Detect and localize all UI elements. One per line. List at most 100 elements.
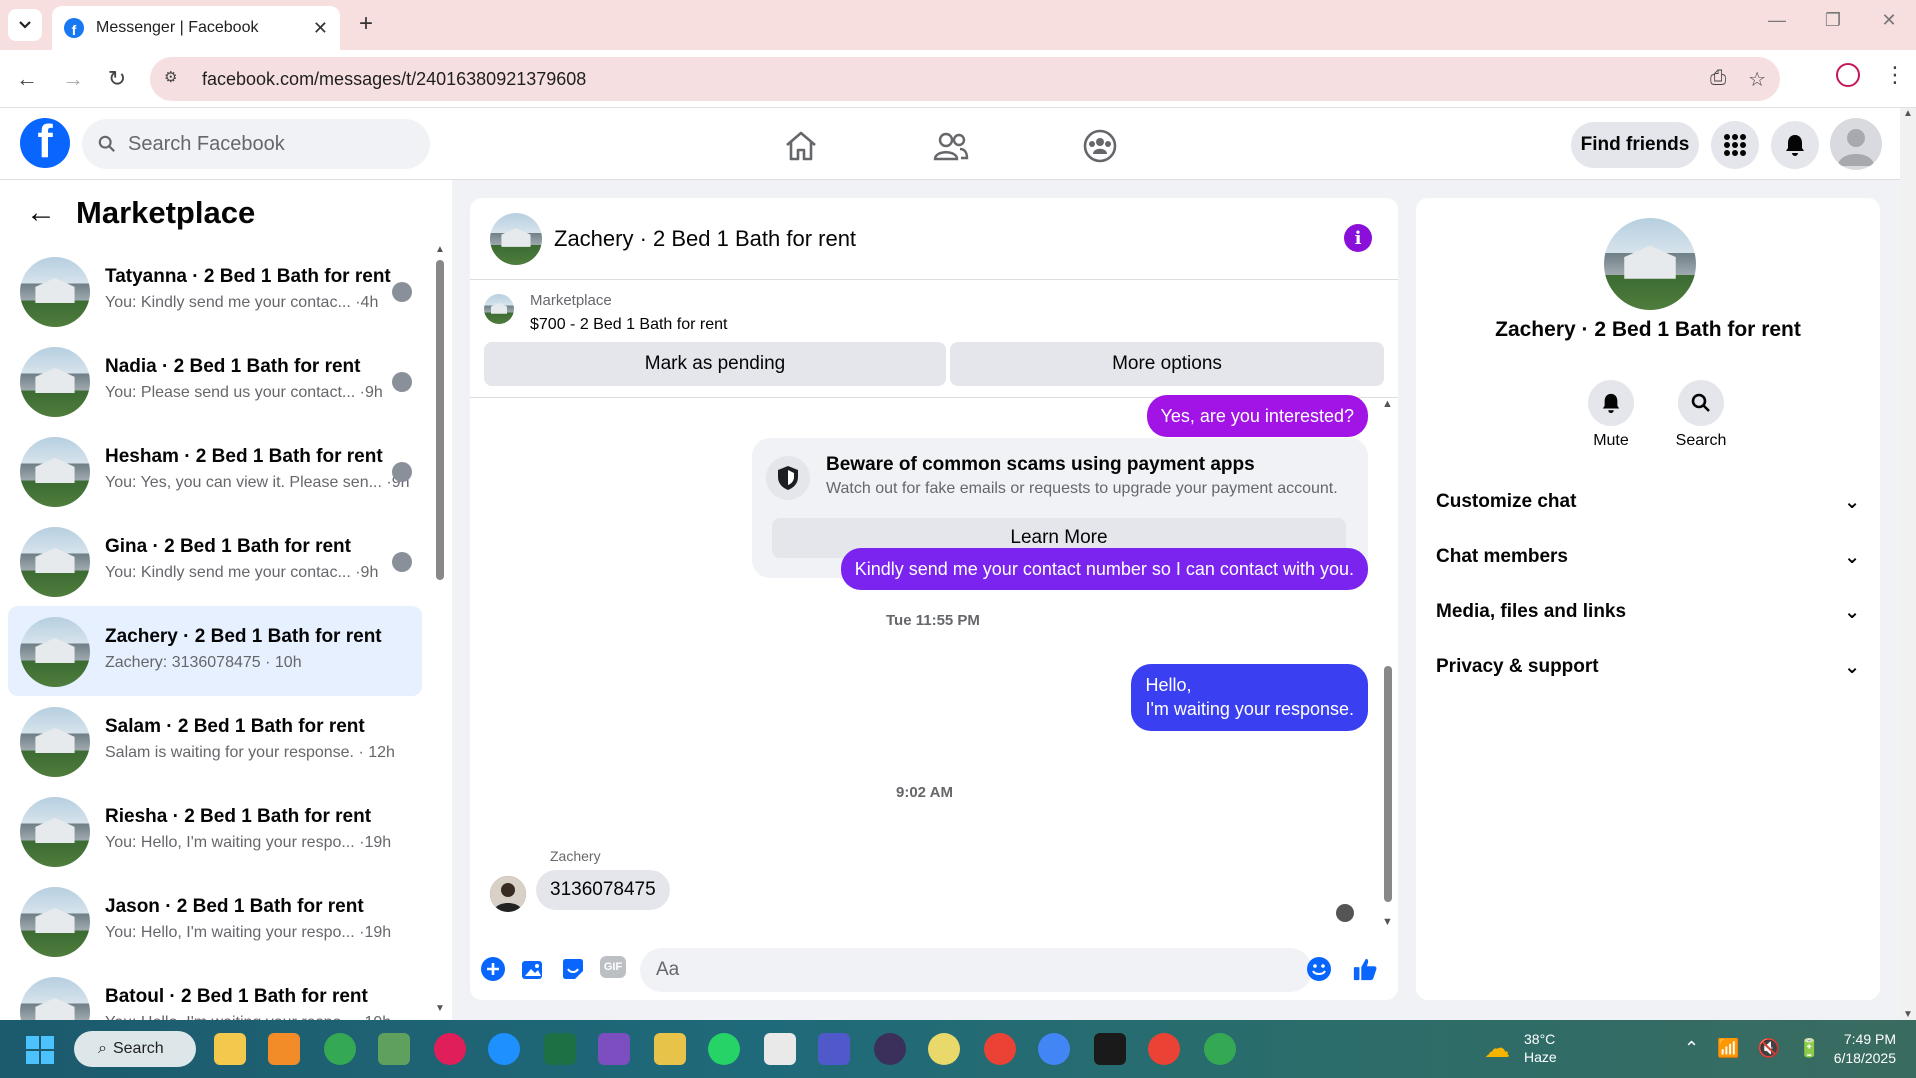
minimize-window-button[interactable]: — (1762, 10, 1792, 31)
conversation-item[interactable]: Riesha · 2 Bed 1 Bath for rent You: Hello… (8, 786, 422, 876)
chrome-profile-icon[interactable] (1204, 1033, 1236, 1065)
browser-toolbar: ← → ↻ ⚙ facebook.com/messages/t/24016380… (0, 50, 1916, 108)
slack-icon[interactable] (434, 1033, 466, 1065)
forward-button[interactable]: → (58, 64, 88, 94)
marketplace-conversations-pane: ← Marketplace Tatyanna · 2 Bed 1 Bath fo… (0, 180, 452, 1020)
conversation-item[interactable]: Hesham · 2 Bed 1 Bath for rent You: Yes, … (8, 426, 422, 516)
conversation-item[interactable]: Nadia · 2 Bed 1 Bath for rent You: Please… (8, 336, 422, 426)
excel-icon[interactable] (544, 1033, 576, 1065)
menu-grid-button[interactable] (1711, 121, 1759, 169)
browser-menu-icon[interactable]: ⋮ (1884, 62, 1906, 88)
windows-start-icon[interactable] (26, 1036, 54, 1064)
terminal-icon[interactable] (1094, 1033, 1126, 1065)
file-explorer-icon[interactable] (214, 1033, 246, 1065)
github-icon[interactable] (874, 1033, 906, 1065)
page-scrollbar[interactable]: ▲ ▼ (1900, 108, 1916, 1020)
address-bar[interactable]: ⚙ facebook.com/messages/t/24016380921379… (150, 57, 1780, 101)
chevron-down-icon: ⌄ (1844, 601, 1860, 623)
conversation-snippet: Salam is waiting for your response. · 12… (105, 744, 395, 761)
seen-indicator-avatar (392, 462, 412, 482)
app-icon[interactable] (928, 1033, 960, 1065)
new-tab-button[interactable]: + (352, 10, 380, 38)
edge-icon[interactable] (488, 1033, 520, 1065)
account-avatar[interactable] (1830, 118, 1882, 170)
listing-thumbnail[interactable] (484, 294, 514, 324)
conversation-item[interactable]: Salam · 2 Bed 1 Bath for rent Salam is wa… (8, 696, 422, 786)
listing-price-title[interactable]: $700 - 2 Bed 1 Bath for rent (530, 316, 727, 334)
chrome-profile-icon[interactable] (1038, 1033, 1070, 1065)
friends-nav-icon[interactable] (931, 126, 971, 166)
search-in-conversation-button[interactable]: Search (1656, 380, 1746, 450)
restore-window-button[interactable]: ❐ (1818, 10, 1848, 31)
search-facebook-input[interactable]: Search Facebook (82, 119, 430, 169)
conversation-item[interactable]: Batoul · 2 Bed 1 Bath for rentYou: Hello… (8, 966, 422, 1020)
wifi-icon[interactable]: 📶 (1717, 1038, 1739, 1059)
chat-title[interactable]: Zachery · 2 Bed 1 Bath for rent (554, 226, 856, 252)
app-icon[interactable] (378, 1033, 410, 1065)
tab-search-dropdown[interactable] (8, 9, 42, 41)
chevron-up-icon[interactable]: ⌃ (1684, 1038, 1699, 1059)
reload-button[interactable]: ↻ (102, 64, 132, 94)
speaker-muted-icon[interactable]: 🔇 (1758, 1038, 1780, 1059)
site-info-icon[interactable]: ⚙ (164, 68, 186, 90)
privacy-support-row[interactable]: Privacy & support ⌄ (1436, 645, 1860, 689)
mark-as-pending-button[interactable]: Mark as pending (484, 342, 946, 386)
conversation-item[interactable]: Tatyanna · 2 Bed 1 Bath for rent You: Kin… (8, 246, 422, 336)
weather-widget[interactable]: ☁ 38°C Haze (1484, 1030, 1557, 1066)
notifications-button[interactable] (1771, 121, 1819, 169)
conversation-avatar[interactable] (1604, 218, 1696, 310)
tab-title: Messenger | Facebook (96, 19, 259, 36)
mute-button[interactable]: Mute (1566, 380, 1656, 450)
customize-chat-row[interactable]: Customize chat ⌄ (1436, 480, 1860, 524)
gif-icon[interactable]: GIF (600, 956, 626, 978)
browser-tab-strip: f Messenger | Facebook ✕ + — ❐ ✕ (0, 0, 1916, 50)
battery-icon[interactable]: 🔋 (1798, 1038, 1820, 1059)
message-input[interactable]: Aa (640, 948, 1312, 992)
photo-icon[interactable] (520, 956, 546, 982)
back-arrow-icon[interactable]: ← (26, 196, 56, 230)
taskbar-clock[interactable]: 7:49 PM 6/18/2025 (1834, 1030, 1896, 1068)
conversation-snippet: You: Yes, you can view it. Please sen...… (105, 474, 410, 491)
thumbs-up-icon[interactable] (1352, 956, 1378, 982)
back-button[interactable]: ← (12, 64, 42, 94)
chat-members-row[interactable]: Chat members ⌄ (1436, 535, 1860, 579)
sender-avatar[interactable] (490, 876, 526, 912)
grid-icon (1724, 134, 1746, 156)
sticker-icon[interactable] (560, 956, 586, 982)
bookmark-star-icon[interactable]: ☆ (1748, 67, 1766, 92)
listing-avatar[interactable] (490, 212, 542, 265)
search-placeholder: Search Facebook (128, 132, 285, 155)
taskbar-search[interactable]: ⌕ Search (74, 1031, 196, 1067)
chrome-profile-icon[interactable] (1148, 1033, 1180, 1065)
teams-icon[interactable] (818, 1033, 850, 1065)
chat-scrollbar[interactable]: ▲ ▼ (1382, 398, 1394, 928)
marketplace-label: Marketplace (530, 292, 612, 309)
search-icon (98, 135, 115, 152)
info-icon[interactable]: i (1344, 224, 1372, 252)
groups-nav-icon[interactable] (1080, 126, 1120, 166)
conversation-item[interactable]: Zachery · 2 Bed 1 Bath for rent Zachery: … (8, 606, 422, 696)
app-icon[interactable] (654, 1033, 686, 1065)
find-friends-button[interactable]: Find friends (1571, 122, 1699, 168)
vlc-icon[interactable] (268, 1033, 300, 1065)
home-nav-icon[interactable] (781, 126, 821, 166)
visual-studio-icon[interactable] (598, 1033, 630, 1065)
close-window-button[interactable]: ✕ (1874, 10, 1904, 31)
more-options-button[interactable]: More options (950, 342, 1384, 386)
snipping-tool-icon[interactable] (764, 1033, 796, 1065)
close-tab-icon[interactable]: ✕ (313, 18, 328, 39)
marketplace-header: ← Marketplace (0, 180, 452, 246)
facebook-logo-icon[interactable]: f (20, 118, 70, 168)
emoji-icon[interactable] (1306, 956, 1332, 982)
conversation-item[interactable]: Gina · 2 Bed 1 Bath for rent You: Kindly … (8, 516, 422, 606)
plus-circle-icon[interactable] (480, 956, 506, 982)
browser-profile-icon[interactable] (1836, 63, 1860, 87)
browser-tab-messenger[interactable]: f Messenger | Facebook ✕ (52, 6, 340, 50)
media-files-links-row[interactable]: Media, files and links ⌄ (1436, 590, 1860, 634)
chrome-icon[interactable] (324, 1033, 356, 1065)
chrome-profile-icon[interactable] (984, 1033, 1016, 1065)
whatsapp-icon[interactable] (708, 1033, 740, 1065)
conversation-list-scrollbar[interactable]: ▲ ▼ (434, 244, 446, 1014)
install-app-icon[interactable]: ⎙ (1710, 67, 1726, 92)
conversation-item[interactable]: Jason · 2 Bed 1 Bath for rent You: Hello,… (8, 876, 422, 966)
